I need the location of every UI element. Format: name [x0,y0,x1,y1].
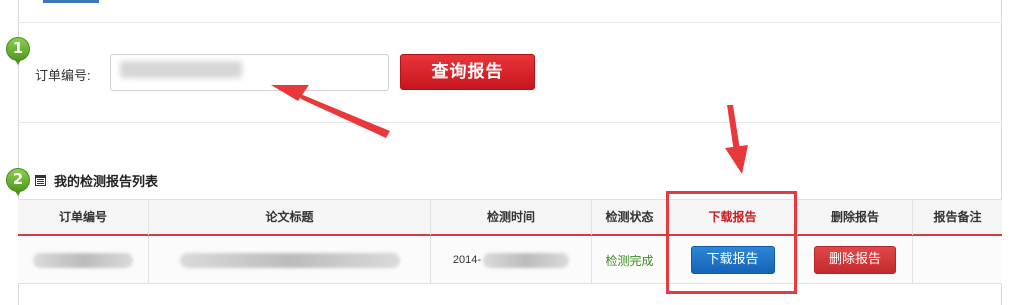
order-no-redacted [33,252,133,268]
column-header-delete: 删除报告 [798,200,913,235]
divider-top [18,22,1002,23]
step-2-number: 2 [12,170,24,188]
column-header-status: 检测状态 [592,200,668,235]
table-header: 订单编号 论文标题 检测时间 检测状态 下载报告 删除报告 报告备注 [18,199,1002,236]
query-report-button[interactable]: 查询报告 [400,54,535,90]
column-header-order-no: 订单编号 [18,200,149,235]
delete-report-button[interactable]: 删除报告 [814,246,896,274]
check-time-redacted [483,252,570,268]
cell-check-time: 2014- [431,236,592,284]
step-1-number: 1 [12,39,24,57]
status-text: 检测完成 [605,253,654,268]
cell-note [913,236,1002,284]
cell-delete: 删除报告 [798,236,913,284]
cell-order-no [18,236,149,284]
order-number-redacted [120,61,242,78]
divider-middle [18,122,1002,123]
column-header-note: 报告备注 [933,210,982,224]
step-2-marker-icon: 2 [6,168,32,200]
order-number-label: 订单编号: [35,68,91,83]
table-row: 2014- 检测完成 下载报告 删除报告 [18,236,1002,284]
cell-status: 检测完成 [592,236,668,284]
paper-title-redacted [179,252,400,268]
download-highlight-box [666,191,797,294]
step-1-marker-icon: 1 [6,37,32,69]
cell-paper-title [149,236,431,284]
check-time-prefix: 2014- [452,254,482,266]
report-list-title: 我的检测报告列表 [54,174,159,190]
report-list-heading: 我的检测报告列表 [35,171,159,190]
top-tab-indicator [43,0,99,3]
calendar-icon [35,174,46,186]
column-header-check-time: 检测时间 [431,200,592,235]
column-header-paper-title: 论文标题 [149,200,431,235]
